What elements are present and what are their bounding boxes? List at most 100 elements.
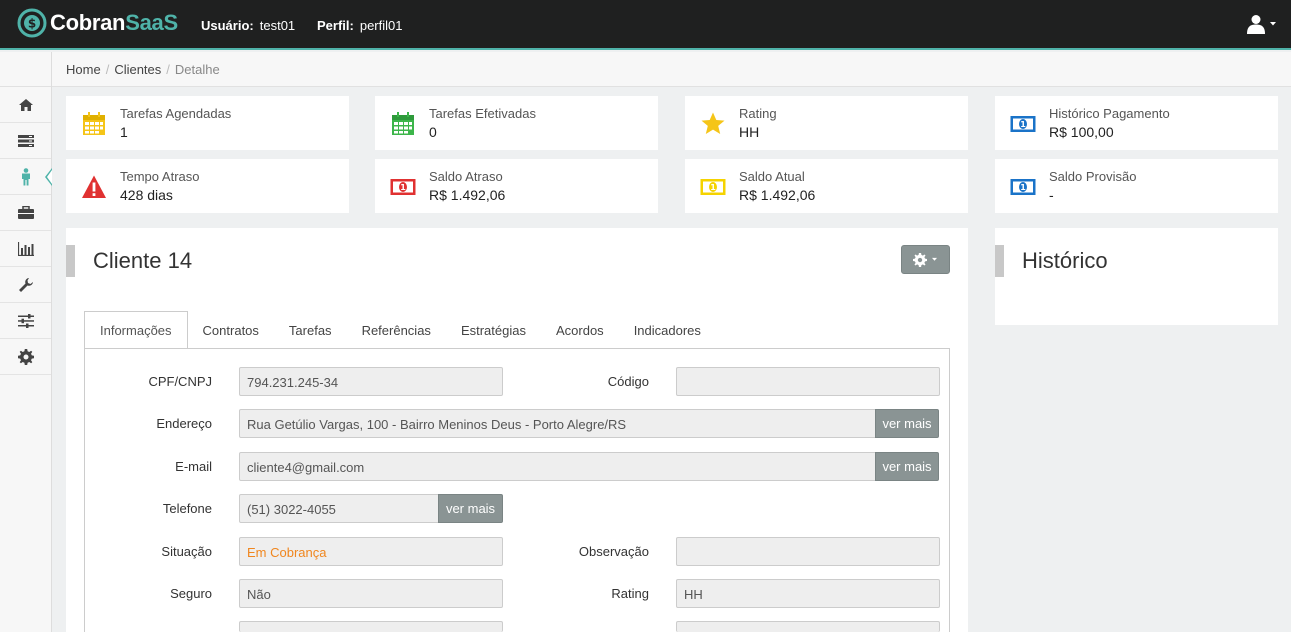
stat-label: Tarefas Efetivadas (429, 106, 536, 121)
tab-acordos[interactable]: Acordos (541, 311, 619, 349)
gear-icon (17, 348, 34, 365)
brand-name-part2: SaaS (125, 10, 178, 35)
user-label: Usuário: (201, 18, 254, 33)
stat-label: Rating (739, 106, 777, 121)
breadcrumb: Home / Clientes / Detalhe (66, 62, 220, 77)
caret-down-icon (932, 257, 937, 261)
rating-field[interactable]: HH (676, 579, 940, 608)
stat-card-saldo-atraso: 1 Saldo Atraso R$ 1.492,06 (375, 159, 658, 213)
logo-icon: $ (17, 8, 47, 38)
breadcrumb-clientes[interactable]: Clientes (114, 62, 161, 77)
warning-icon (82, 175, 106, 198)
svg-text:1: 1 (400, 183, 406, 192)
stat-label: Saldo Provisão (1049, 169, 1137, 184)
stat-value: R$ 100,00 (1049, 124, 1114, 140)
cpf-field[interactable]: 794.231.245-34 (239, 367, 503, 396)
endereco-field[interactable]: Rua Getúlio Vargas, 100 - Bairro Meninos… (239, 409, 876, 438)
calendar-icon (83, 112, 105, 135)
brand-logo[interactable]: $ CobranSaaS (16, 7, 178, 39)
sidebar-item-tools[interactable] (0, 267, 51, 303)
endereco-ver-mais-button[interactable]: ver mais (875, 409, 939, 438)
client-actions-button[interactable] (901, 245, 950, 274)
stat-label: Histórico Pagamento (1049, 106, 1170, 121)
breadcrumb-current: Detalhe (174, 62, 220, 77)
sidebar-item-reports[interactable] (0, 231, 51, 267)
stat-card-tarefas-efetivadas: Tarefas Efetivadas 0 (375, 96, 658, 150)
cpf-label: CPF/CNPJ (148, 374, 212, 389)
bar-chart-icon (17, 241, 34, 256)
next-row-field-left[interactable] (239, 621, 503, 632)
stat-card-saldo-atual: 1 Saldo Atual R$ 1.492,06 (685, 159, 968, 213)
next-row-field-right[interactable] (676, 621, 940, 632)
tab-estrategias[interactable]: Estratégias (446, 311, 541, 349)
svg-text:$: $ (28, 17, 36, 31)
telefone-field[interactable]: (51) 3022-4055 (239, 494, 439, 523)
list-icon (17, 134, 34, 147)
user-menu-button[interactable] (1246, 14, 1277, 34)
brand-name-part1: Cobran (50, 10, 126, 35)
email-label: E-mail (175, 459, 212, 474)
user-value: test01 (259, 18, 296, 33)
user-icon (1247, 15, 1265, 34)
sidebar (0, 52, 52, 632)
codigo-label: Código (607, 374, 649, 389)
endereco-label: Endereço (156, 416, 212, 431)
stat-card-tarefas-agendadas: Tarefas Agendadas 1 (66, 96, 349, 150)
seguro-field[interactable]: Não (239, 579, 503, 608)
stat-value: - (1049, 187, 1054, 203)
sidebar-item-list[interactable] (0, 123, 51, 159)
svg-text:1: 1 (1020, 120, 1026, 129)
stat-value: R$ 1.492,06 (429, 187, 506, 203)
stat-card-historico-pagamento: 1 Histórico Pagamento R$ 100,00 (995, 96, 1278, 150)
caret-down-icon (1270, 22, 1276, 26)
codigo-field[interactable] (676, 367, 940, 396)
stat-value: 1 (120, 124, 128, 140)
stat-value: 0 (429, 124, 437, 140)
profile-label: Perfil: (317, 18, 354, 33)
svg-text:1: 1 (710, 183, 716, 192)
stat-card-saldo-provisao: 1 Saldo Provisão - (995, 159, 1278, 213)
money-icon: 1 (390, 179, 416, 195)
sidebar-item-filters[interactable] (0, 303, 51, 339)
sidebar-item-home[interactable] (0, 87, 51, 123)
breadcrumb-bar: Home / Clientes / Detalhe (52, 52, 1291, 87)
stat-value: HH (739, 124, 760, 140)
rating-label: Rating (611, 586, 649, 601)
seguro-label: Seguro (170, 586, 212, 601)
stat-label: Tarefas Agendadas (120, 106, 232, 121)
sidebar-item-briefcase[interactable] (0, 195, 51, 231)
briefcase-icon (17, 205, 34, 219)
observacao-label: Observação (578, 544, 649, 559)
stat-label: Tempo Atraso (120, 169, 200, 184)
gear-icon (913, 252, 927, 267)
email-ver-mais-button[interactable]: ver mais (875, 452, 939, 481)
money-icon: 1 (1010, 116, 1036, 132)
star-icon (701, 112, 725, 134)
sliders-icon (17, 313, 34, 328)
tab-indicadores[interactable]: Indicadores (619, 311, 716, 349)
history-title: Histórico (1022, 248, 1108, 273)
history-panel: Histórico (995, 228, 1278, 325)
stat-card-tempo-atraso: Tempo Atraso 428 dias (66, 159, 349, 213)
client-title: Cliente 14 (93, 248, 193, 273)
tab-informacoes[interactable]: Informações (84, 311, 188, 349)
stat-card-rating: Rating HH (685, 96, 968, 150)
sidebar-item-clientes[interactable] (0, 159, 52, 195)
home-icon (18, 98, 33, 111)
person-icon (21, 167, 30, 185)
tab-referencias[interactable]: Referências (347, 311, 446, 349)
money-icon: 1 (1010, 179, 1036, 195)
profile-info: Perfil: perfil01 (317, 18, 402, 33)
sidebar-item-settings[interactable] (0, 339, 51, 375)
email-field[interactable]: cliente4@gmail.com (239, 452, 876, 481)
tab-tarefas[interactable]: Tarefas (274, 311, 347, 349)
situacao-field[interactable]: Em Cobrança (239, 537, 503, 566)
breadcrumb-home[interactable]: Home (66, 62, 101, 77)
telefone-ver-mais-button[interactable]: ver mais (438, 494, 503, 523)
stat-value: 428 dias (120, 187, 173, 203)
tab-contratos[interactable]: Contratos (188, 311, 274, 349)
client-tabs: Informações Contratos Tarefas Referência… (84, 311, 716, 349)
user-info: Usuário: test01 (201, 18, 295, 33)
observacao-field[interactable] (676, 537, 940, 566)
stat-label: Saldo Atraso (429, 169, 503, 184)
